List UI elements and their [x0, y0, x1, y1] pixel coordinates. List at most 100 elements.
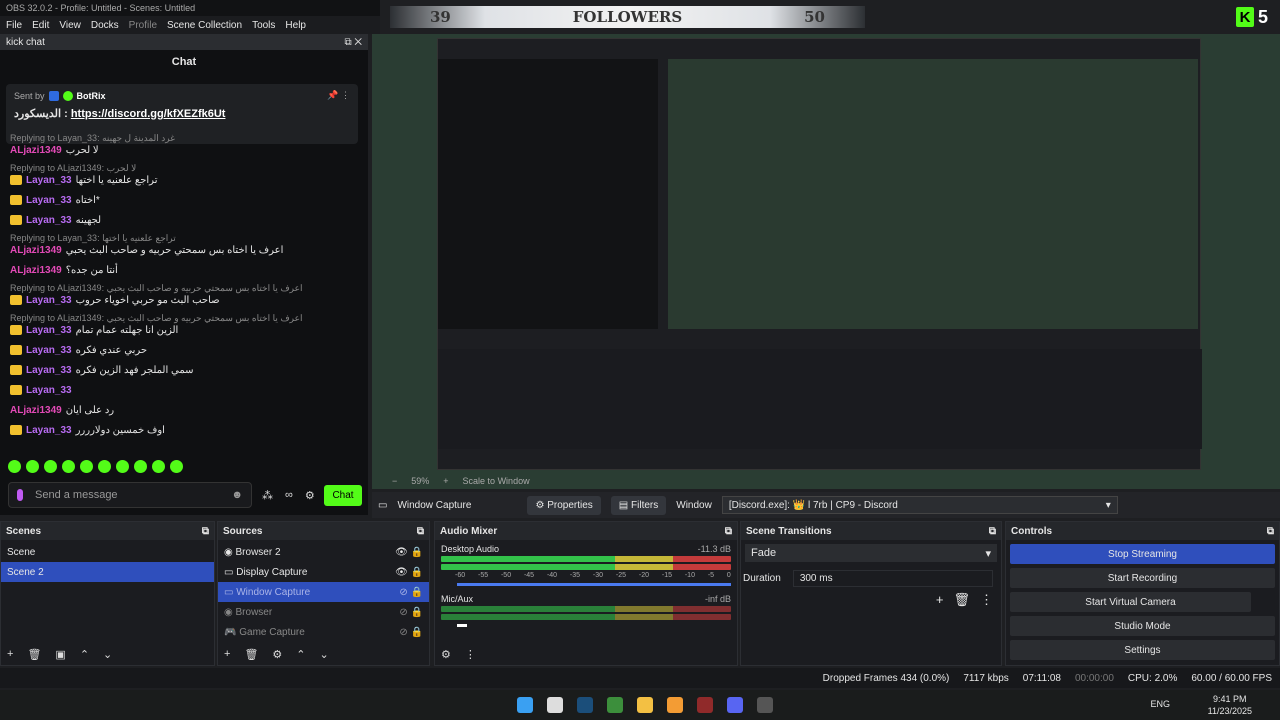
source-item[interactable]: 🎮 Game Capture ⊘ 🔒	[218, 622, 429, 642]
chat-message[interactable]: ALjazi1349 اعرف يا اختاه بس سمحتي حربيه و…	[10, 243, 360, 257]
settings-icon[interactable]: ⚙	[305, 489, 315, 502]
menu-view[interactable]: View	[59, 20, 81, 31]
properties-button[interactable]: ⚙ Properties	[527, 495, 601, 515]
eye-icon[interactable]: 👁 🔒	[395, 567, 423, 578]
chat-username[interactable]: Layan_33	[26, 385, 72, 396]
volume-slider[interactable]	[457, 624, 467, 627]
chat-message[interactable]: ALjazi1349 لا لحرب	[10, 143, 360, 157]
menu-help[interactable]: Help	[285, 20, 306, 31]
scale-mode[interactable]: Scale to Window	[463, 476, 530, 486]
scene-item[interactable]: Scene	[1, 542, 214, 562]
xbox-icon[interactable]	[607, 697, 623, 713]
chat-message[interactable]: Layan_33	[10, 383, 360, 397]
menu-file[interactable]: File	[6, 20, 22, 31]
scene-item[interactable]: Scene 2	[1, 562, 214, 582]
eye-hidden-icon[interactable]: ⊘ 🔒	[399, 587, 423, 598]
settings-button[interactable]: Settings	[1010, 640, 1275, 660]
volume-slider[interactable]	[457, 583, 731, 586]
discord-icon[interactable]	[727, 697, 743, 713]
trash-icon[interactable]: 🗑	[953, 592, 970, 608]
clock[interactable]: 9:41 PM 11/23/2025	[1208, 693, 1252, 717]
chat-username[interactable]: Layan_33	[26, 175, 72, 186]
studio-mode-button[interactable]: Studio Mode	[1010, 616, 1275, 636]
emote-icon[interactable]	[8, 460, 21, 473]
dock-controls[interactable]: ⧉ ✕	[344, 37, 362, 48]
emote-icon[interactable]	[98, 460, 111, 473]
app-icon[interactable]	[667, 697, 683, 713]
filter-icon[interactable]: ▣	[55, 648, 65, 661]
up-icon[interactable]: ⌃	[296, 648, 305, 661]
dock-float-icon[interactable]: ⧉	[1267, 526, 1274, 537]
chat-message[interactable]: Layan_33 تراجع علعنيه يا اختها	[10, 173, 360, 187]
trash-icon[interactable]: 🗑	[244, 648, 258, 661]
menu-scene-collection[interactable]: Scene Collection	[167, 20, 242, 31]
gear-icon[interactable]: ⚙	[272, 648, 282, 661]
add-icon[interactable]: +	[7, 648, 13, 660]
emote-bar[interactable]	[8, 460, 208, 474]
folder-icon[interactable]	[637, 697, 653, 713]
up-icon[interactable]: ⌃	[80, 648, 89, 661]
eye-icon[interactable]: 👁 🔒	[395, 547, 423, 558]
chat-username[interactable]: Layan_33	[26, 325, 72, 336]
emote-icon[interactable]	[62, 460, 75, 473]
chat-input[interactable]: Send a message ☻	[8, 482, 252, 508]
zoom-plus[interactable]: +	[443, 476, 448, 486]
dock-float-icon[interactable]: ⧉	[725, 526, 732, 537]
menu-docks[interactable]: Docks	[91, 20, 119, 31]
trash-icon[interactable]: 🗑	[27, 648, 41, 661]
eye-hidden-icon[interactable]: ⊘ 🔒	[399, 627, 423, 638]
chat-username[interactable]: Layan_33	[26, 195, 72, 206]
chat-username[interactable]: ALjazi1349	[10, 245, 62, 256]
stop-streaming-button[interactable]: Stop Streaming	[1010, 544, 1275, 564]
pin-icon[interactable]: 📌 ⋮	[327, 90, 350, 101]
chat-message[interactable]: Layan_33 اوف خمسين دولارررر	[10, 423, 360, 437]
chat-username[interactable]: ALjazi1349	[10, 405, 62, 416]
start-virtual-camera-button[interactable]: Start Virtual Camera	[1010, 592, 1251, 612]
menu-edit[interactable]: Edit	[32, 20, 49, 31]
add-icon[interactable]: +	[224, 648, 230, 660]
window-select[interactable]: [Discord.exe]: 👑 l 7rb | CP9 - Discord ▾	[721, 496, 1118, 514]
chat-message[interactable]: Layan_33 لجهينه	[10, 213, 360, 227]
chat-message[interactable]: Layan_33 اختاه*	[10, 193, 360, 207]
down-icon[interactable]: ⌄	[103, 648, 112, 661]
transition-select[interactable]: Fade ▾	[745, 544, 997, 562]
add-icon[interactable]: +	[936, 592, 944, 608]
source-item[interactable]: ◉ Browser 2 👁 🔒	[218, 542, 429, 562]
chat-username[interactable]: ALjazi1349	[10, 145, 62, 156]
chat-message[interactable]: Layan_33 حربي عندي فكره	[10, 343, 360, 357]
source-item[interactable]: ▭ Window Capture ⊘ 🔒	[218, 582, 429, 602]
chat-message[interactable]: Layan_33 سمي الملجر فهد الزين فكره	[10, 363, 360, 377]
preview-canvas[interactable]	[372, 34, 1280, 489]
users-icon[interactable]: ⁂	[262, 489, 273, 502]
steam-icon[interactable]	[577, 697, 593, 713]
chat-username[interactable]: Layan_33	[26, 215, 72, 226]
chat-username[interactable]: Layan_33	[26, 345, 72, 356]
start-recording-button[interactable]: Start Recording	[1010, 568, 1275, 588]
filters-button[interactable]: ▤ Filters	[610, 495, 667, 515]
chat-message[interactable]: ALjazi1349 رد على ايان	[10, 403, 360, 417]
eye-hidden-icon[interactable]: ⊘ 🔒	[399, 607, 423, 618]
emoji-icon[interactable]: ☻	[231, 489, 243, 501]
zoom-minus[interactable]: −	[392, 476, 397, 486]
mic-icon[interactable]	[17, 489, 23, 501]
down-icon[interactable]: ⌄	[320, 648, 329, 661]
settings-app-icon[interactable]	[757, 697, 773, 713]
language-indicator[interactable]: ENG	[1150, 699, 1170, 709]
emote-icon[interactable]	[44, 460, 57, 473]
infinity-icon[interactable]: ∞	[285, 489, 293, 502]
chat-username[interactable]: ALjazi1349	[10, 265, 62, 276]
chat-username[interactable]: Layan_33	[26, 295, 72, 306]
emote-icon[interactable]	[170, 460, 183, 473]
menu-tools[interactable]: Tools	[252, 20, 275, 31]
emote-icon[interactable]	[152, 460, 165, 473]
emote-icon[interactable]	[134, 460, 147, 473]
store-icon[interactable]	[547, 697, 563, 713]
emote-icon[interactable]	[80, 460, 93, 473]
obs-icon[interactable]	[697, 697, 713, 713]
chat-message[interactable]: Layan_33 الزين انا جهلته عمام تمام	[10, 323, 360, 337]
chat-username[interactable]: Layan_33	[26, 365, 72, 376]
start-icon[interactable]	[517, 697, 533, 713]
menu-profile[interactable]: Profile	[129, 20, 157, 31]
emote-icon[interactable]	[116, 460, 129, 473]
dock-float-icon[interactable]: ⧉	[202, 526, 209, 537]
